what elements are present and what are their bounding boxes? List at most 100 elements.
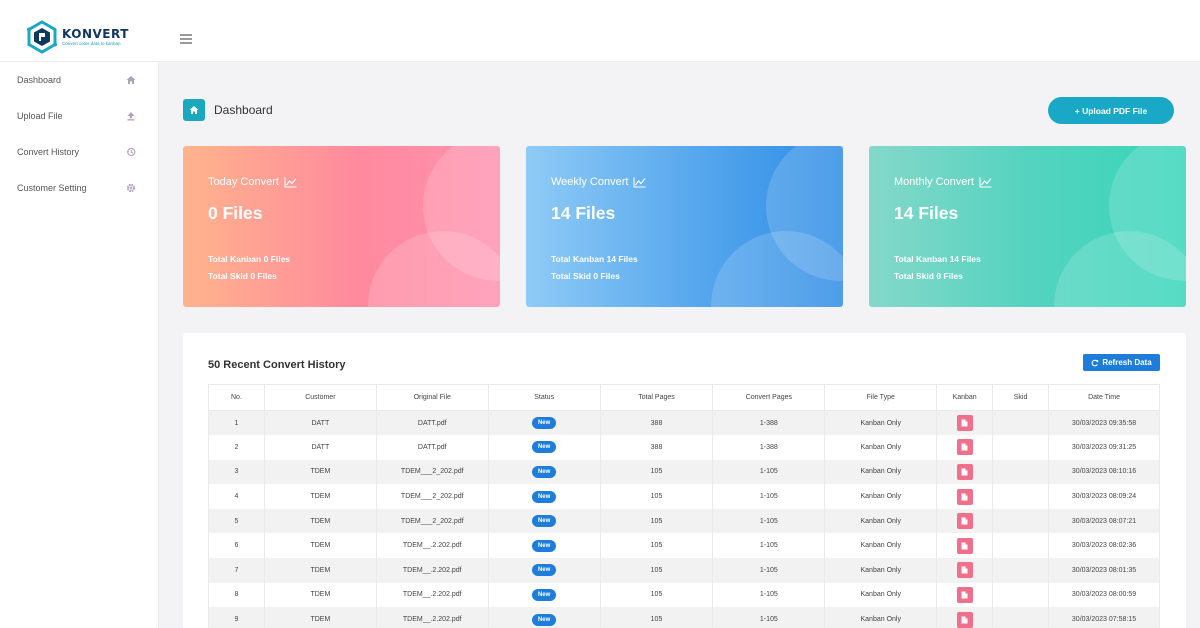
cell-file: DATT.pdf: [375, 435, 489, 460]
card-kanban-total: Total Kanban 0 Files: [208, 254, 291, 264]
monthly-convert-card: Monthly Convert 14 Files Total Kanban 14…: [869, 146, 1186, 307]
cell-no: 1: [208, 410, 265, 436]
card-kanban-total: Total Kanban 14 Files: [551, 254, 638, 264]
kanban-download-button[interactable]: [956, 488, 973, 505]
cell-total: 105: [599, 533, 714, 559]
file-icon: [961, 542, 968, 550]
kanban-download-button[interactable]: [956, 463, 973, 480]
cell-total: 105: [599, 484, 714, 509]
kanban-cell: [936, 435, 994, 460]
cell-no: 7: [208, 558, 265, 583]
cell-customer: TDEM: [263, 459, 377, 485]
sidebar-item-label: Upload File: [17, 111, 63, 121]
cell-total: 105: [599, 508, 714, 534]
panel-title: 50 Recent Convert History: [208, 359, 346, 371]
home-icon: [125, 75, 136, 86]
cell-type: Kanban Only: [824, 410, 938, 436]
file-icon: [961, 468, 968, 476]
table-row: 8 TDEM TDEM__.2.202.pdf New 105 1-105 Kanban O…: [208, 582, 1160, 608]
cell-skid: [992, 558, 1050, 583]
cell-no: 8: [208, 582, 265, 608]
kanban-download-button[interactable]: [956, 415, 973, 432]
cell-datetime: 30/03/2023 08:10:16: [1048, 459, 1160, 485]
status-badge: New: [531, 441, 557, 454]
status-cell: New: [487, 533, 601, 559]
column-header: Status: [487, 384, 601, 411]
kanban-download-button[interactable]: [956, 537, 973, 554]
column-header: Total Pages: [599, 384, 714, 411]
column-header: Date Time: [1048, 384, 1160, 411]
column-header: File Type: [824, 384, 938, 411]
cell-convert: 1-388: [712, 435, 826, 460]
status-badge: New: [531, 539, 557, 552]
cell-no: 3: [208, 459, 265, 485]
kanban-download-button[interactable]: [956, 439, 973, 456]
brand-logo[interactable]: KONVERT Convert order data to kanban: [26, 20, 129, 54]
cell-total: 105: [599, 582, 714, 608]
file-icon: [961, 616, 968, 624]
upload-icon: [125, 111, 136, 122]
cell-datetime: 30/03/2023 08:07:21: [1048, 508, 1160, 534]
kanban-cell: [936, 558, 994, 583]
refresh-icon: [1091, 359, 1099, 366]
cell-file: TDEM___2_202.pdf: [375, 508, 489, 534]
cell-file: DATT.pdf: [375, 410, 489, 436]
card-skid-total: Total Skid 0 Files: [208, 271, 277, 281]
today-convert-card: Today Convert 0 Files Total Kanban 0 Fil…: [183, 146, 500, 307]
file-icon: [961, 566, 968, 574]
file-icon: [961, 419, 968, 427]
cell-datetime: 30/03/2023 09:31:25: [1048, 435, 1160, 460]
card-value: 0 Files: [208, 203, 263, 223]
cell-skid: [992, 484, 1050, 509]
sidebar-item-customer-setting[interactable]: Customer Setting: [0, 173, 159, 203]
sidebar: Dashboard Upload File Convert History Cu…: [0, 62, 159, 628]
cell-datetime: 30/03/2023 09:35:58: [1048, 410, 1160, 436]
card-kanban-total: Total Kanban 14 Files: [894, 254, 981, 264]
table-row: 9 TDEM TDEM__.2.202.pdf New 105 1-105 Kanban O…: [208, 607, 1160, 628]
table-row: 2 DATT DATT.pdf New 388 1-388 Kanban Only 30/03…: [208, 435, 1160, 460]
sidebar-item-label: Customer Setting: [17, 183, 87, 193]
file-icon: [961, 591, 968, 599]
cell-convert: 1-105: [712, 558, 826, 583]
kanban-cell: [936, 508, 994, 534]
sidebar-item-dashboard[interactable]: Dashboard: [0, 65, 159, 95]
cell-datetime: 30/03/2023 08:09:24: [1048, 484, 1160, 509]
card-skid-total: Total Skid 0 Files: [894, 271, 963, 281]
cell-file: TDEM___2_202.pdf: [375, 459, 489, 485]
weekly-convert-card: Weekly Convert 14 Files Total Kanban 14 …: [526, 146, 843, 307]
refresh-data-button[interactable]: Refresh Data: [1083, 354, 1160, 371]
cell-type: Kanban Only: [824, 533, 938, 559]
kanban-cell: [936, 459, 994, 485]
kanban-download-button[interactable]: [956, 513, 973, 530]
file-icon: [961, 517, 968, 525]
sidebar-item-convert-history[interactable]: Convert History: [0, 137, 159, 167]
cell-file: TDEM___2_202.pdf: [375, 484, 489, 509]
cell-datetime: 30/03/2023 08:00:59: [1048, 582, 1160, 608]
cell-no: 9: [208, 607, 265, 628]
kanban-download-button[interactable]: [956, 586, 973, 603]
cell-type: Kanban Only: [824, 558, 938, 583]
cell-skid: [992, 508, 1050, 534]
convert-history-table: No. Customer Original File Status Total Page…: [208, 384, 1160, 628]
gear-icon: [125, 183, 136, 194]
column-header: No.: [208, 384, 265, 411]
kanban-download-button[interactable]: [956, 562, 973, 579]
cell-convert: 1-105: [712, 459, 826, 485]
kanban-download-button[interactable]: [956, 611, 973, 628]
cell-type: Kanban Only: [824, 459, 938, 485]
upload-pdf-button[interactable]: + Upload PDF File: [1048, 97, 1174, 124]
cell-datetime: 30/03/2023 08:02:36: [1048, 533, 1160, 559]
cell-customer: DATT: [263, 435, 377, 460]
sidebar-item-label: Convert History: [17, 147, 80, 157]
cell-total: 388: [599, 410, 714, 436]
menu-toggle-icon[interactable]: [180, 34, 192, 46]
cell-customer: TDEM: [263, 508, 377, 534]
status-cell: New: [487, 484, 601, 509]
cell-total: 388: [599, 435, 714, 460]
sidebar-item-upload-file[interactable]: Upload File: [0, 101, 159, 131]
status-badge: New: [531, 515, 557, 528]
cell-customer: TDEM: [263, 558, 377, 583]
convert-history-panel: 50 Recent Convert History Refresh Data N…: [183, 333, 1186, 628]
status-badge: New: [531, 417, 557, 430]
status-badge: New: [531, 613, 557, 626]
